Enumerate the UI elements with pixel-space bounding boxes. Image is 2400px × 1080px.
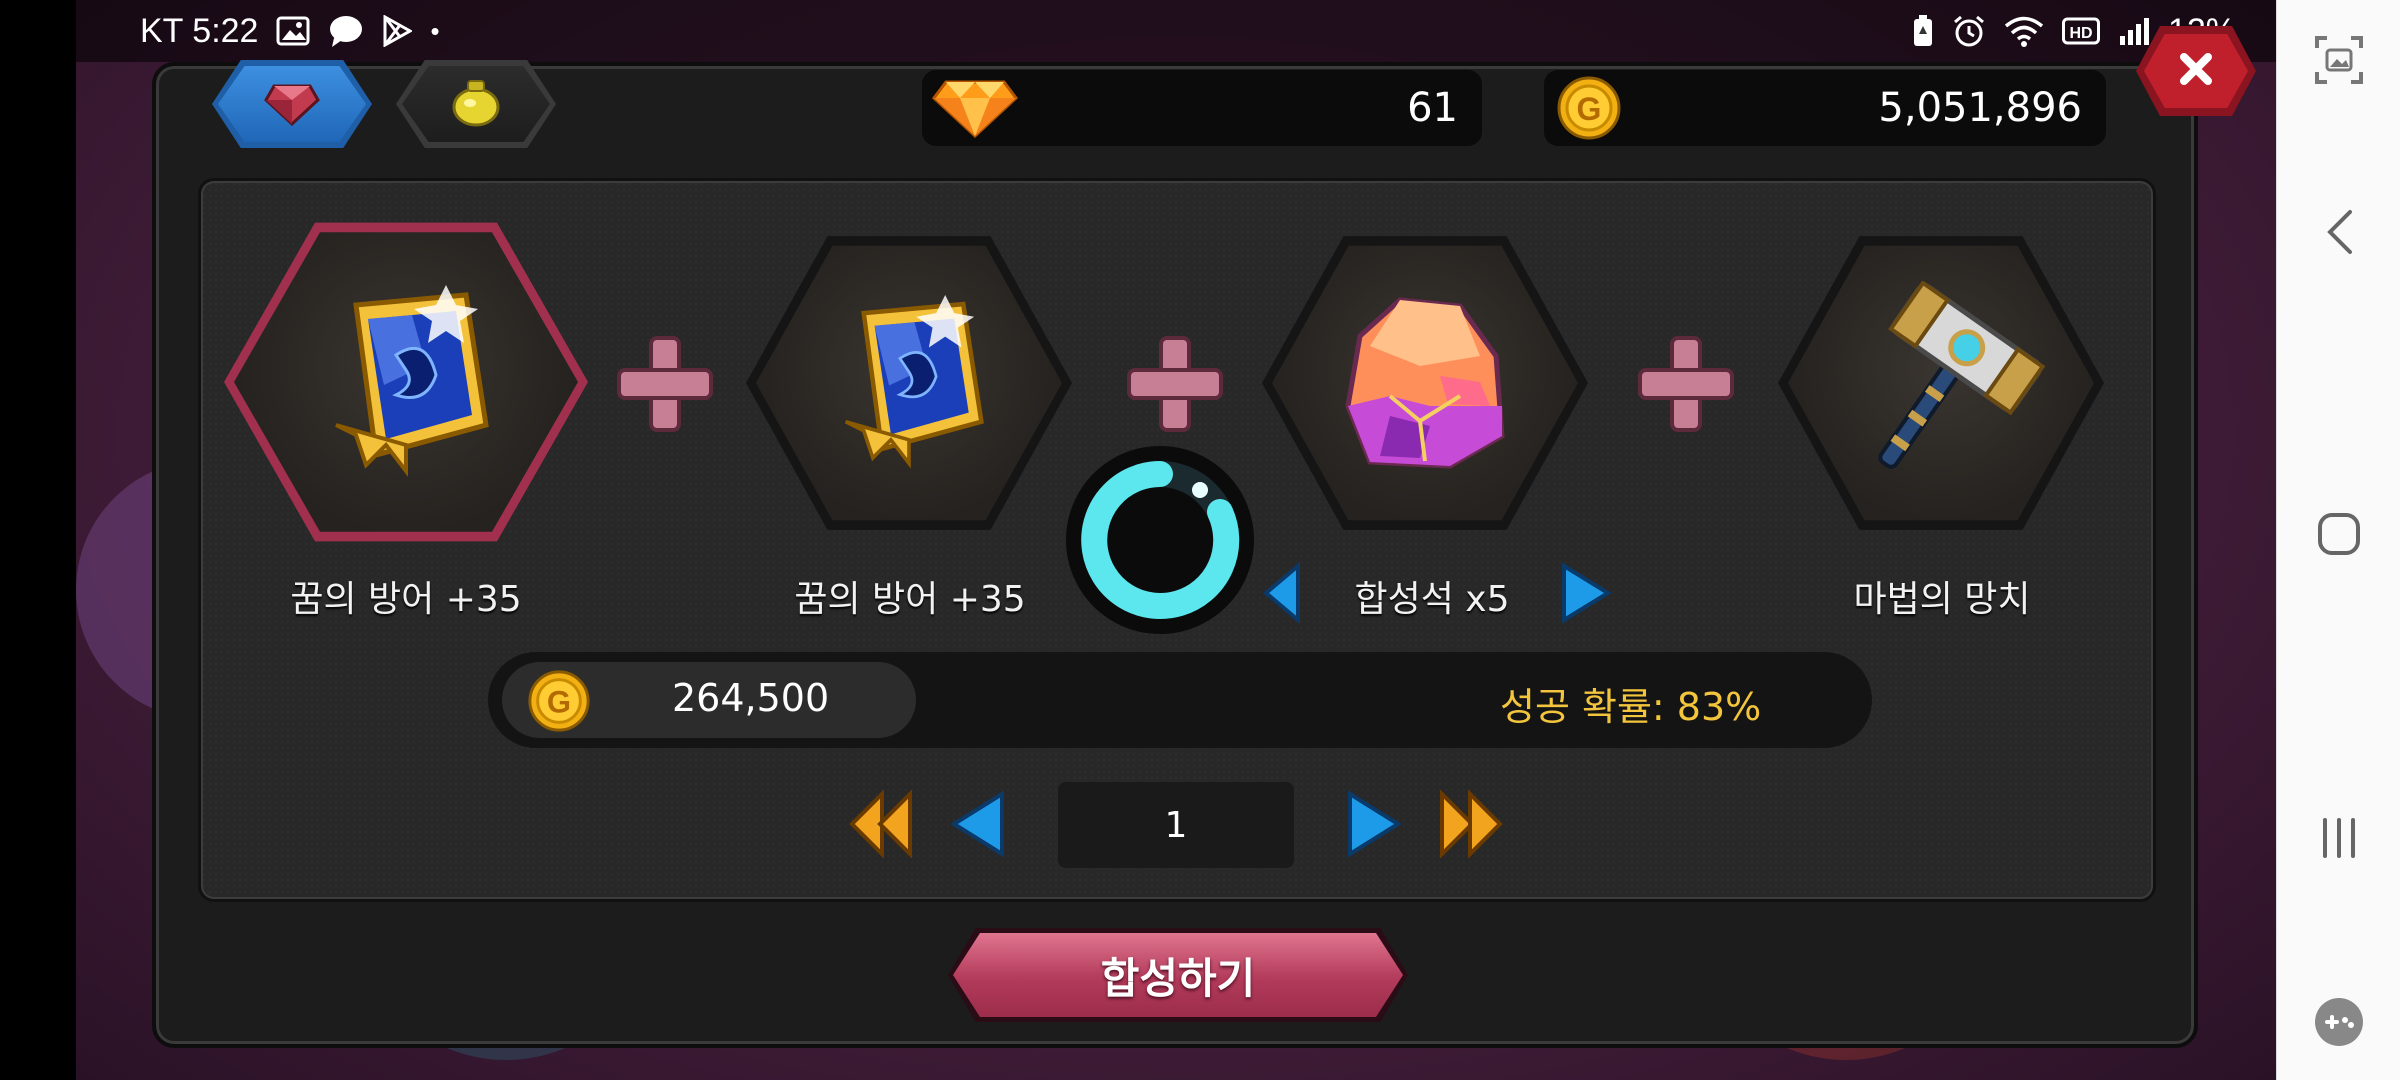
chat-bubble-icon: [328, 14, 364, 48]
back-icon: [2324, 208, 2354, 256]
left-black-bar: [0, 0, 76, 1080]
slot-4-label: 마법의 망치: [1853, 579, 2031, 620]
gamepad-icon: [2313, 996, 2365, 1048]
diamond-icon: [931, 74, 1019, 150]
carrier-time: KT 5:22: [140, 11, 259, 50]
page-indicator: 1: [1058, 782, 1294, 868]
blue-dragon-card-icon: [296, 275, 516, 489]
plus-icon: [1127, 336, 1223, 432]
close-button[interactable]: [2136, 26, 2256, 116]
back-button[interactable]: [2301, 194, 2377, 270]
image-icon: [276, 16, 310, 46]
home-icon: [2316, 511, 2362, 557]
next-page-button[interactable]: [1346, 790, 1402, 862]
synthesis-stone-icon: [1330, 286, 1520, 480]
svg-text:G: G: [547, 685, 571, 720]
wifi-icon: [2004, 15, 2044, 47]
tab-gold-bag[interactable]: [396, 60, 556, 148]
material-slot-3[interactable]: [1262, 230, 1588, 536]
hd-icon: HD: [2061, 16, 2100, 46]
synthesize-button[interactable]: 합성하기: [948, 928, 1408, 1022]
gold-coin-icon: G: [520, 668, 598, 738]
material-slot-4[interactable]: [1778, 230, 2104, 536]
material-slot-1[interactable]: [224, 216, 588, 548]
tab-ruby[interactable]: [212, 60, 372, 148]
first-page-button[interactable]: [848, 789, 914, 862]
system-nav-bar: [2276, 0, 2400, 1080]
gold-counter: G 5,051,896: [1544, 70, 2106, 146]
gold-amount: 5,051,896: [1878, 85, 2082, 131]
success-rate: 성공 확률: 83%: [1500, 685, 1762, 729]
recent-apps-button[interactable]: [2301, 800, 2377, 876]
blue-dragon-card-icon: [809, 286, 1009, 480]
gem-counter: 61: [922, 70, 1482, 146]
previous-page-button[interactable]: [950, 790, 1006, 862]
plus-icon: [617, 336, 713, 432]
home-button[interactable]: [2301, 496, 2377, 572]
svg-text:G: G: [1577, 91, 1602, 127]
quantity-increase-button[interactable]: [1560, 562, 1612, 628]
gem-amount: 61: [1407, 85, 1458, 131]
notification-dot: •: [430, 15, 440, 46]
synthesis-cost: 264,500: [672, 676, 830, 720]
plus-icon: [1638, 336, 1734, 432]
signal-icon: [2118, 16, 2150, 46]
svg-text:HD: HD: [2069, 25, 2092, 42]
alarm-icon: [1952, 14, 1986, 48]
loading-spinner-icon: [1060, 440, 1260, 640]
page-number: 1: [1164, 804, 1188, 846]
game-launcher-button[interactable]: [2301, 984, 2377, 1060]
magic-hammer-icon: [1826, 280, 2056, 485]
slot-3-label: 합성석 x5: [1354, 579, 1510, 620]
screenshot-button[interactable]: [2301, 22, 2377, 98]
battery-saver-icon: [1912, 14, 1934, 48]
status-bar: KT 5:22 • HD 12%: [76, 0, 2276, 62]
close-icon: [2176, 49, 2216, 93]
material-slot-2[interactable]: [746, 230, 1072, 536]
gold-coin-icon: G: [1554, 74, 1624, 152]
category-tabs: [212, 60, 556, 148]
play-store-icon: [382, 15, 413, 47]
gold-bag-icon: [448, 77, 504, 131]
slot-1-label: 꿈의 방어 +35: [290, 579, 522, 620]
slot-2-label: 꿈의 방어 +35: [794, 579, 1026, 620]
last-page-button[interactable]: [1438, 789, 1504, 862]
screenshot-icon: [2313, 34, 2365, 86]
ruby-gem-icon: [264, 78, 320, 130]
synthesize-label: 합성하기: [1100, 953, 1256, 1003]
recent-apps-icon: [2319, 816, 2359, 860]
